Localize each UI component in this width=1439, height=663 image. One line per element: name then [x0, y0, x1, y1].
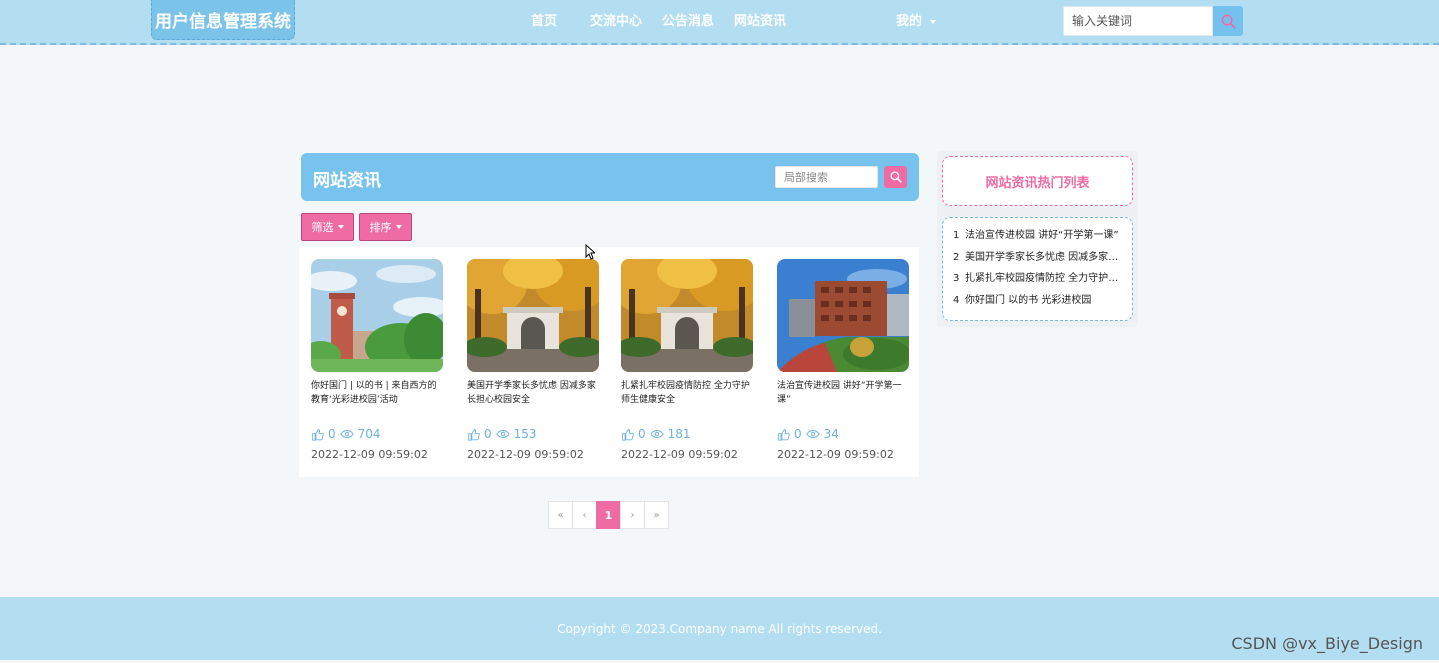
- chevron-down-icon: [337, 225, 344, 229]
- hot-news-list: 1 法治宣传进校园 讲好“开学第一课” 2 美国开学季家长多忧虑 因减多家长担心校园…: [942, 217, 1133, 321]
- search-input[interactable]: [1063, 6, 1213, 36]
- hot-news-item[interactable]: 1 法治宣传进校园 讲好“开学第一课”: [953, 225, 1124, 247]
- news-card-title[interactable]: 法治宣传进校园 讲好“开学第一课”: [777, 379, 909, 407]
- news-thumbnail-campus-tower[interactable]: [311, 259, 443, 372]
- news-thumbnail-ginkgo-gate[interactable]: [621, 259, 753, 372]
- hot-news-text: 法治宣传进校园 讲好“开学第一课”: [965, 230, 1119, 241]
- thumbs-up-icon[interactable]: [311, 428, 324, 441]
- page-prev-button[interactable]: ‹: [572, 501, 597, 529]
- sort-label: 排序: [369, 221, 392, 234]
- page-title: 网站资讯: [313, 171, 381, 191]
- chevron-down-icon: [395, 225, 402, 229]
- news-card-date: 2022-12-09 09:59:02: [467, 448, 584, 461]
- eye-icon: [649, 430, 664, 438]
- page-footer: Copyright © 2023.Company name All rights…: [0, 597, 1439, 660]
- news-card[interactable]: 扎紧扎牢校园疫情防控 全力守护师生健康安全 0 181 2022-12-09 0…: [621, 259, 753, 461]
- news-thumbnail-brick-building[interactable]: [777, 259, 909, 372]
- news-card[interactable]: 美国开学季家长多忧虑 因减多家长担心校园安全 0 153 2022-12-09 …: [467, 259, 599, 461]
- nav-news[interactable]: 网站资讯: [734, 13, 786, 31]
- news-card-date: 2022-12-09 09:59:02: [777, 448, 894, 461]
- watermark: CSDN @vx_Biye_Design: [1231, 634, 1423, 653]
- news-panel-header: 网站资讯: [301, 153, 919, 201]
- mouse-cursor-icon: [585, 244, 595, 260]
- eye-icon: [495, 430, 510, 438]
- search-icon: [1221, 14, 1235, 28]
- nav-mine-dropdown[interactable]: 我的: [896, 13, 937, 31]
- local-search-input[interactable]: [775, 166, 878, 188]
- view-count: 704: [357, 427, 381, 441]
- hot-news-rank: 2: [953, 251, 960, 263]
- news-card-title[interactable]: 美国开学季家长多忧虑 因减多家长担心校园安全: [467, 379, 599, 407]
- pagination: « ‹ 1 › »: [548, 501, 669, 529]
- copyright-text: Copyright © 2023.Company name All rights…: [557, 621, 882, 636]
- brand-logo[interactable]: 用户信息管理系统: [151, 0, 295, 40]
- news-card[interactable]: 法治宣传进校园 讲好“开学第一课” 0 34 2022-12-09 09:59:…: [777, 259, 909, 461]
- eye-icon: [805, 430, 820, 438]
- search-icon: [889, 171, 902, 183]
- news-card[interactable]: 你好国门 | 以的书 | 来自西方的教育‘光彩进校园’活动 0 704 2022…: [311, 259, 443, 461]
- hot-news-rank: 3: [953, 273, 960, 284]
- nav-home[interactable]: 首页: [531, 13, 557, 31]
- news-thumbnail-ginkgo-gate[interactable]: [467, 259, 599, 372]
- nav-mine-label: 我的: [896, 14, 923, 29]
- like-count: 0: [794, 427, 802, 441]
- thumbs-up-icon[interactable]: [621, 428, 634, 441]
- hot-news-rank: 4: [953, 294, 960, 306]
- page-number-current[interactable]: 1: [596, 501, 621, 529]
- hot-news-text: 你好国门 以的书 光彩进校园: [965, 294, 1092, 306]
- page-next-button[interactable]: ›: [620, 501, 645, 529]
- eye-icon: [339, 430, 354, 438]
- news-card-date: 2022-12-09 09:59:02: [311, 448, 428, 461]
- view-count: 181: [667, 427, 691, 441]
- like-count: 0: [484, 427, 492, 441]
- news-card-date: 2022-12-09 09:59:02: [621, 448, 738, 461]
- news-card-stats: 0 181: [621, 427, 753, 441]
- hot-news-rank: 1: [953, 230, 960, 241]
- local-search-button[interactable]: [884, 166, 907, 188]
- like-count: 0: [638, 427, 646, 441]
- sort-dropdown-button[interactable]: 排序: [359, 213, 412, 241]
- search-button[interactable]: [1213, 6, 1243, 36]
- hot-news-item[interactable]: 3 扎紧扎牢校园疫情防控 全力守护师生健康安全: [953, 268, 1124, 290]
- thumbs-up-icon[interactable]: [467, 428, 480, 441]
- view-count: 34: [823, 427, 839, 441]
- news-card-stats: 0 704: [311, 427, 443, 441]
- hot-news-sidebar: 网站资讯热门列表 1 法治宣传进校园 讲好“开学第一课” 2 美国开学季家长多忧虑 …: [937, 151, 1138, 327]
- filter-label: 筛选: [311, 221, 334, 234]
- news-card-stats: 0 34: [777, 427, 909, 441]
- news-card-title[interactable]: 扎紧扎牢校园疫情防控 全力守护师生健康安全: [621, 379, 753, 407]
- page-first-button[interactable]: «: [548, 501, 573, 529]
- hot-news-text: 扎紧扎牢校园疫情防控 全力守护师生健康安全: [965, 273, 1124, 284]
- filter-dropdown-button[interactable]: 筛选: [301, 213, 354, 241]
- news-card-grid: 你好国门 | 以的书 | 来自西方的教育‘光彩进校园’活动 0 704 2022…: [299, 247, 919, 477]
- hot-news-text: 美国开学季家长多忧虑 因减多家长担心校园安全: [965, 251, 1124, 263]
- hot-news-title: 网站资讯热门列表: [942, 156, 1133, 206]
- nav-announcements[interactable]: 公告消息: [662, 13, 714, 31]
- hot-news-item[interactable]: 4 你好国门 以的书 光彩进校园: [953, 290, 1124, 312]
- nav-forum[interactable]: 交流中心: [590, 13, 642, 31]
- news-card-stats: 0 153: [467, 427, 599, 441]
- top-navbar: 用户信息管理系统 首页 交流中心 公告消息 网站资讯 我的: [0, 0, 1439, 45]
- chevron-down-icon: [930, 19, 937, 24]
- like-count: 0: [328, 427, 336, 441]
- news-card-title[interactable]: 你好国门 | 以的书 | 来自西方的教育‘光彩进校园’活动: [311, 379, 443, 407]
- thumbs-up-icon[interactable]: [777, 428, 790, 441]
- view-count: 153: [513, 427, 537, 441]
- page-last-button[interactable]: »: [644, 501, 669, 529]
- hot-news-item[interactable]: 2 美国开学季家长多忧虑 因减多家长担心校园安全: [953, 247, 1124, 269]
